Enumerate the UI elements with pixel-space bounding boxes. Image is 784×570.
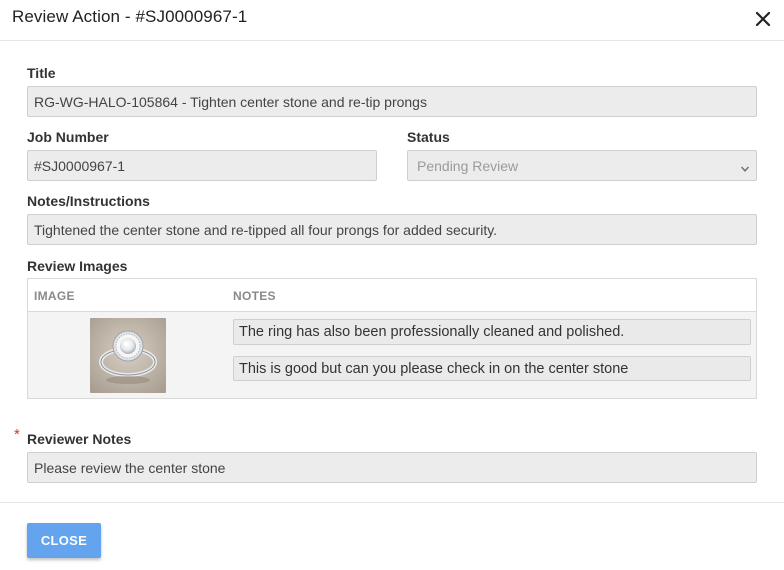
job-number-field[interactable]: #SJ0000967-1 [27,150,377,181]
notes-instructions-field[interactable]: Tightened the center stone and re-tipped… [27,214,757,245]
table-row: The ring has also been professionally cl… [28,312,756,398]
dialog-header: Review Action - #SJ0000967-1 [0,0,784,41]
footer-divider [0,502,784,503]
review-images-label: Review Images [27,258,128,274]
title-label: Title [27,65,56,81]
job-number-label: Job Number [27,129,109,145]
close-button[interactable]: CLOSE [27,523,101,558]
ring-image[interactable] [90,318,166,393]
status-select[interactable]: Pending Review [407,150,757,181]
title-field[interactable]: RG-WG-HALO-105864 - Tighten center stone… [27,86,757,117]
table-header: IMAGE NOTES [28,279,756,312]
close-icon[interactable] [752,8,774,30]
required-indicator: * [14,426,20,443]
reviewer-notes-field[interactable]: Please review the center stone [27,452,757,483]
dialog-title: Review Action - #SJ0000967-1 [12,7,248,26]
reviewer-notes-label: Reviewer Notes [27,431,132,447]
chevron-down-icon [740,161,750,177]
column-header-notes: NOTES [233,289,276,303]
status-select-value: Pending Review [417,157,519,174]
review-images-table: IMAGE NOTES The ring has also been profe… [27,278,757,399]
status-label: Status [407,129,450,145]
column-header-image: IMAGE [34,289,75,303]
image-note-field[interactable]: This is good but can you please check in… [233,356,751,381]
image-note-field[interactable]: The ring has also been professionally cl… [233,319,751,345]
notes-instructions-label: Notes/Instructions [27,193,150,209]
